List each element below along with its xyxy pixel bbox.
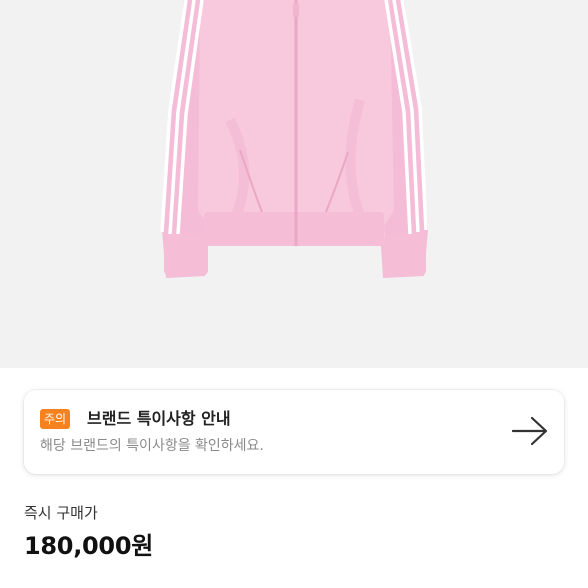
- hem-band: [204, 212, 384, 246]
- notice-description: 해당 브랜드의 특이사항을 확인하세요.: [40, 438, 264, 454]
- product-image[interactable]: [0, 0, 588, 368]
- brand-notice-card[interactable]: 주의 브랜드 특이사항 안내 해당 브랜드의 특이사항을 확인하세요.: [24, 390, 564, 474]
- instant-buy-price-label: 즉시 구매가: [24, 504, 98, 522]
- right-cuff: [384, 234, 426, 276]
- pink-track-jacket-image: [160, 0, 428, 278]
- instant-buy-price-value: 180,000원: [24, 532, 153, 560]
- left-cuff: [164, 234, 208, 276]
- arrow-right-icon[interactable]: [512, 416, 548, 446]
- notice-title: 브랜드 특이사항 안내: [87, 409, 231, 428]
- caution-badge: 주의: [40, 409, 71, 429]
